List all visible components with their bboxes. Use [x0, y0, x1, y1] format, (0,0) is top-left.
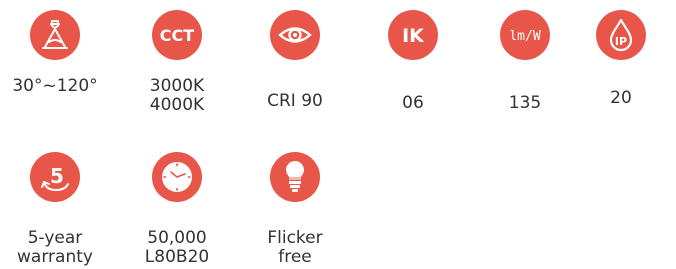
- cct-icon-text: CCT: [160, 26, 194, 45]
- cct-label-line1: 3000K: [149, 76, 205, 96]
- ip-icon-text: IP: [615, 35, 627, 48]
- beam-angle-label: 30°~120°: [12, 76, 98, 96]
- ik-icon: IK: [388, 10, 438, 60]
- lifetime-label-line1: 50,000: [147, 228, 207, 248]
- eye-icon: [270, 10, 320, 60]
- ip-label: 20: [610, 88, 632, 108]
- warranty-label-line1: 5-year: [27, 228, 83, 248]
- lumen-per-watt-icon: lm/W: [500, 10, 550, 60]
- bulb-icon: [270, 152, 320, 202]
- cct-icon: CCT: [152, 10, 202, 60]
- warranty-icon: 5: [30, 152, 80, 202]
- cri-label: CRI 90: [267, 91, 323, 111]
- warranty-icon-text: 5: [50, 164, 64, 188]
- warranty-label-line2: warranty: [17, 247, 93, 267]
- flicker-label-line1: Flicker: [267, 228, 323, 248]
- cct-label-line2: 4000K: [149, 95, 205, 115]
- flicker-label-line2: free: [278, 247, 312, 267]
- lumen-per-watt-icon-text: lm/W: [509, 29, 540, 44]
- beam-angle-icon: [30, 10, 80, 60]
- lifetime-label-line2: L80B20: [144, 247, 210, 267]
- ik-icon-text: IK: [402, 25, 425, 47]
- ip-drop-icon: IP: [596, 10, 646, 60]
- efficacy-label: 135: [508, 93, 542, 113]
- clock-icon: [152, 152, 202, 202]
- ik-label: 06: [402, 93, 424, 113]
